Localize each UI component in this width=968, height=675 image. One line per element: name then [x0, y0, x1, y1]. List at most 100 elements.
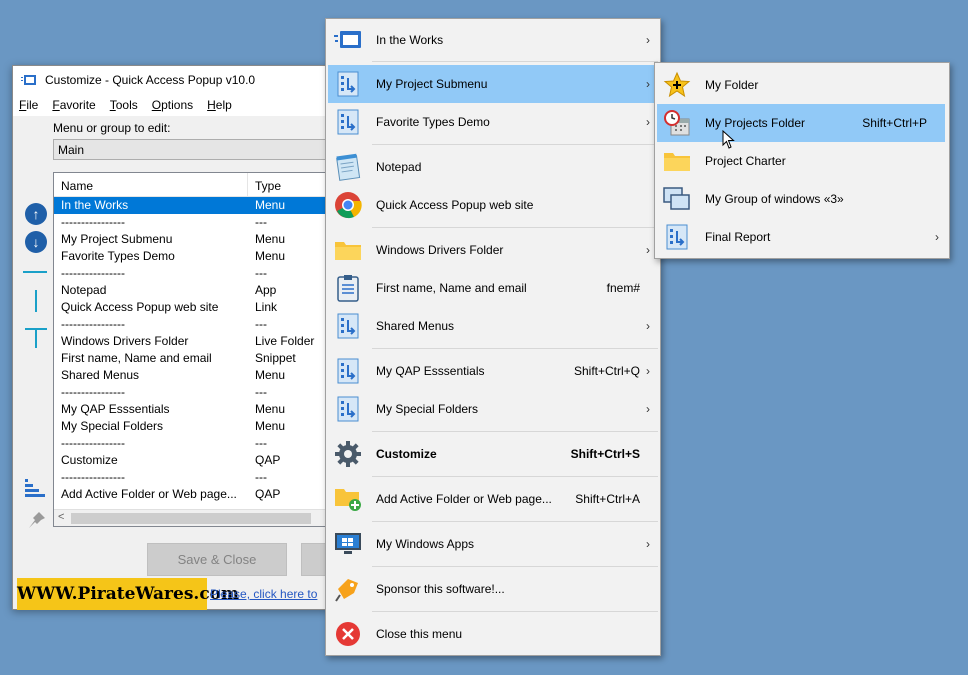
table-row[interactable]: My Project Submenu Menu: [54, 231, 332, 248]
menu-item[interactable]: My Folder: [657, 66, 947, 104]
table-row[interactable]: ---------------- ---: [54, 265, 332, 282]
menu-item[interactable]: Quick Access Popup web site: [328, 186, 658, 224]
row-type: Live Folder: [255, 334, 315, 348]
folder-icon: [661, 146, 693, 176]
table-row[interactable]: ---------------- ---: [54, 435, 332, 452]
scroll-thumb[interactable]: [71, 513, 311, 524]
pin-icon[interactable]: [27, 510, 47, 530]
menu-item[interactable]: My Windows Apps ›: [328, 525, 658, 563]
table-row[interactable]: Windows Drivers Folder Live Folder: [54, 333, 332, 350]
menu-item[interactable]: Final Report ›: [657, 218, 947, 256]
menu-favorite[interactable]: Favorite: [52, 98, 95, 112]
column-name[interactable]: Name: [54, 173, 248, 196]
scroll-left-icon[interactable]: <: [58, 511, 64, 523]
menu-item-label: Final Report: [705, 230, 771, 244]
submenu-icon: [661, 222, 693, 252]
list-rows: In the Works Menu ---------------- --- My Pr…: [54, 197, 332, 503]
menu-options[interactable]: Options: [152, 98, 193, 112]
table-row[interactable]: My QAP Esssentials Menu: [54, 401, 332, 418]
table-row[interactable]: Notepad App: [54, 282, 332, 299]
menu-item-shortcut: Shift+Ctrl+P: [862, 116, 927, 130]
menu-item[interactable]: My Special Folders ›: [328, 390, 658, 428]
menu-item[interactable]: Customize Shift+Ctrl+S: [328, 435, 658, 473]
menu-item[interactable]: Sponsor this software!...: [328, 570, 658, 608]
row-name: First name, Name and email: [61, 351, 212, 365]
move-up-icon[interactable]: ↑: [25, 203, 47, 225]
horizontal-scrollbar[interactable]: <: [54, 509, 332, 526]
app-icon: [21, 75, 36, 85]
menu-file[interactable]: File: [19, 98, 38, 112]
menu-item-label: Project Charter: [705, 154, 786, 168]
menu-item-label: In the Works: [376, 33, 444, 47]
list-header: Name Type: [54, 173, 332, 197]
menu-select[interactable]: Main: [53, 139, 333, 160]
chevron-right-icon: ›: [646, 364, 650, 378]
sort-icon[interactable]: [25, 479, 47, 499]
row-name: Customize: [61, 453, 118, 467]
row-name: ----------------: [61, 317, 125, 331]
menu-item[interactable]: My Group of windows «3»: [657, 180, 947, 218]
menu-item[interactable]: In the Works ›: [328, 21, 658, 59]
text-separator-stem: [35, 328, 37, 348]
menu-item-label: Quick Access Popup web site: [376, 198, 534, 212]
menu-help[interactable]: Help: [207, 98, 232, 112]
table-row[interactable]: Add Active Folder or Web page... QAP: [54, 486, 332, 503]
column-break-icon[interactable]: [35, 290, 37, 312]
row-name: Add Active Folder or Web page...: [61, 487, 237, 501]
menu-item[interactable]: My Projects Folder Shift+Ctrl+P: [657, 104, 945, 142]
separator-icon[interactable]: [23, 271, 47, 273]
menu-item[interactable]: Project Charter: [657, 142, 947, 180]
row-type: Snippet: [255, 351, 296, 365]
menu-tools[interactable]: Tools: [110, 98, 138, 112]
row-type: Link: [255, 300, 278, 314]
chevron-right-icon: ›: [646, 77, 650, 91]
row-type: App: [255, 283, 277, 297]
row-type: ---: [255, 385, 267, 399]
row-name: ----------------: [61, 385, 125, 399]
menu-item-label: Customize: [376, 447, 437, 461]
table-row[interactable]: ---------------- ---: [54, 384, 332, 401]
row-type: ---: [255, 436, 267, 450]
table-row[interactable]: In the Works Menu: [54, 197, 332, 214]
project-submenu: My Folder My Projects Folder Shift+Ctrl+P P…: [654, 62, 950, 259]
menu-item[interactable]: First name, Name and email fnem#: [328, 269, 658, 307]
row-type: Menu: [255, 232, 286, 246]
chevron-right-icon: ›: [646, 115, 650, 129]
menu-item[interactable]: Add Active Folder or Web page... Shift+Ct…: [328, 480, 658, 518]
submenu-icon: [332, 394, 364, 424]
table-row[interactable]: First name, Name and email Snippet: [54, 350, 332, 367]
table-row[interactable]: Favorite Types Demo Menu: [54, 248, 332, 265]
row-type: ---: [255, 317, 267, 331]
menu-item[interactable]: Shared Menus ›: [328, 307, 658, 345]
window-titlebar[interactable]: Customize - Quick Access Popup v10.0: [13, 66, 329, 94]
table-row[interactable]: Shared Menus Menu: [54, 367, 332, 384]
chevron-right-icon: ›: [646, 537, 650, 551]
menu-item[interactable]: Notepad: [328, 148, 658, 186]
row-name: ----------------: [61, 436, 125, 450]
row-name: Quick Access Popup web site: [61, 300, 219, 314]
move-down-icon[interactable]: ↓: [25, 231, 47, 253]
table-row[interactable]: ---------------- ---: [54, 316, 332, 333]
table-row[interactable]: My Special Folders Menu: [54, 418, 332, 435]
window-icon: [332, 25, 364, 55]
menu-item[interactable]: My Project Submenu ›: [328, 65, 658, 103]
row-name: Shared Menus: [61, 368, 140, 382]
popup-menu: In the Works › My Project Submenu › Favorite…: [325, 18, 661, 656]
table-row[interactable]: ---------------- ---: [54, 214, 332, 231]
menu-item[interactable]: My QAP Esssentials Shift+Ctrl+Q ›: [328, 352, 658, 390]
favorites-list: Name Type In the Works Menu --------------…: [53, 172, 333, 527]
table-row[interactable]: Customize QAP: [54, 452, 332, 469]
row-name: My Special Folders: [61, 419, 164, 433]
menu-item[interactable]: Close this menu: [328, 615, 658, 653]
table-row[interactable]: ---------------- ---: [54, 469, 332, 486]
menu-item-label: Sponsor this software!...: [376, 582, 505, 596]
save-close-button[interactable]: Save & Close: [147, 543, 287, 576]
donate-link[interactable]: Please, click here to: [210, 587, 317, 601]
row-name: ----------------: [61, 266, 125, 280]
table-row[interactable]: Quick Access Popup web site Link: [54, 299, 332, 316]
menu-item[interactable]: Favorite Types Demo ›: [328, 103, 658, 141]
menu-item[interactable]: Windows Drivers Folder ›: [328, 231, 658, 269]
watermark-banner: WWW.PirateWares.com: [17, 578, 239, 610]
column-type[interactable]: Type: [248, 173, 288, 196]
menu-item-label: My Folder: [705, 78, 759, 92]
